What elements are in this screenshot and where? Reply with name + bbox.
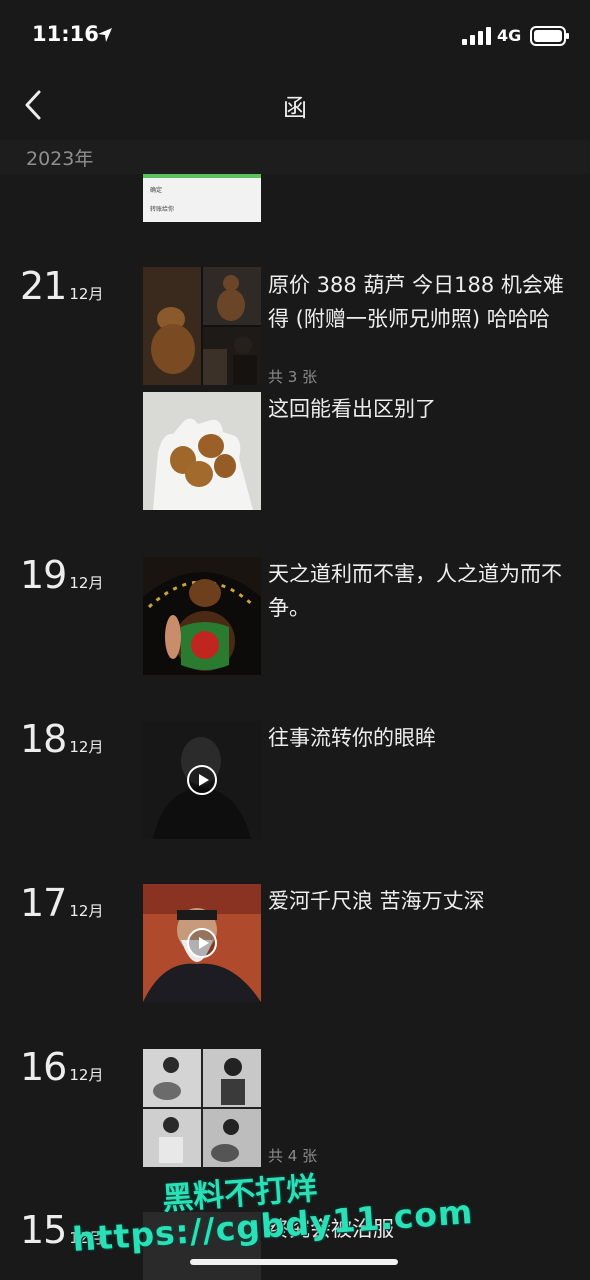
post-day: 16 (20, 1045, 67, 1089)
thumb-line: 确定 (150, 187, 163, 194)
photo-thumbnail[interactable] (143, 557, 261, 675)
post-month: 12月 (69, 285, 104, 303)
video-thumbnail[interactable] (143, 721, 261, 839)
page-title: 函 (283, 94, 307, 122)
battery-icon (530, 26, 569, 46)
gourd-collage-image (143, 267, 261, 385)
home-indicator[interactable] (190, 1259, 398, 1265)
post-month: 12月 (69, 738, 104, 756)
year-header: 2023年 (0, 140, 590, 174)
photo-grid-thumbnail[interactable] (143, 1049, 261, 1167)
post-text[interactable]: 天之道利而不害，人之道为而不争。 (268, 557, 568, 625)
year-label: 2023年 (26, 148, 94, 170)
post-text[interactable]: 原价 388 葫芦 今日188 机会难得 (附赠一张师兄帅照) 哈哈哈 (268, 268, 568, 336)
post-day: 19 (20, 553, 67, 597)
photo-thumbnail[interactable] (143, 392, 261, 510)
post-month: 12月 (69, 574, 104, 592)
nav-bar: 函 (0, 70, 590, 140)
status-time: 11:16 (32, 22, 99, 46)
photo-grid-thumbnail[interactable] (143, 267, 261, 385)
post-month: 12月 (69, 1066, 104, 1084)
post-day: 21 (20, 264, 67, 308)
post-text[interactable]: 爱河千尺浪 苦海万丈深 (268, 884, 568, 918)
post-day: 18 (20, 717, 67, 761)
signal-icon (462, 27, 491, 45)
photo-count: 共 3 张 (268, 368, 318, 386)
chat-screenshot-thumbnail[interactable]: 确定 转账给你 (143, 174, 261, 222)
status-bar: 11:16 4G (0, 0, 590, 70)
post-date: 18 12月 (20, 717, 103, 761)
post-date: 16 12月 (20, 1045, 103, 1089)
post-month: 12月 (69, 902, 104, 920)
thumb-line: 转账给你 (150, 206, 175, 213)
post-text[interactable]: 这回能看出区别了 (268, 392, 568, 426)
post-text[interactable]: 往事流转你的眼眸 (268, 721, 568, 755)
video-thumbnail[interactable] (143, 884, 261, 1002)
network-label: 4G (497, 26, 522, 45)
guitar-collage-image (143, 1049, 261, 1167)
location-arrow-icon (98, 28, 112, 42)
post-day: 15 (20, 1208, 67, 1252)
post-date: 17 12月 (20, 881, 103, 925)
play-icon (187, 765, 217, 795)
post-date: 19 12月 (20, 553, 103, 597)
post-day: 17 (20, 881, 67, 925)
post-date: 21 12月 (20, 264, 103, 308)
gourd-fan-image (143, 557, 261, 675)
walnut-image (143, 392, 261, 510)
play-icon (187, 928, 217, 958)
